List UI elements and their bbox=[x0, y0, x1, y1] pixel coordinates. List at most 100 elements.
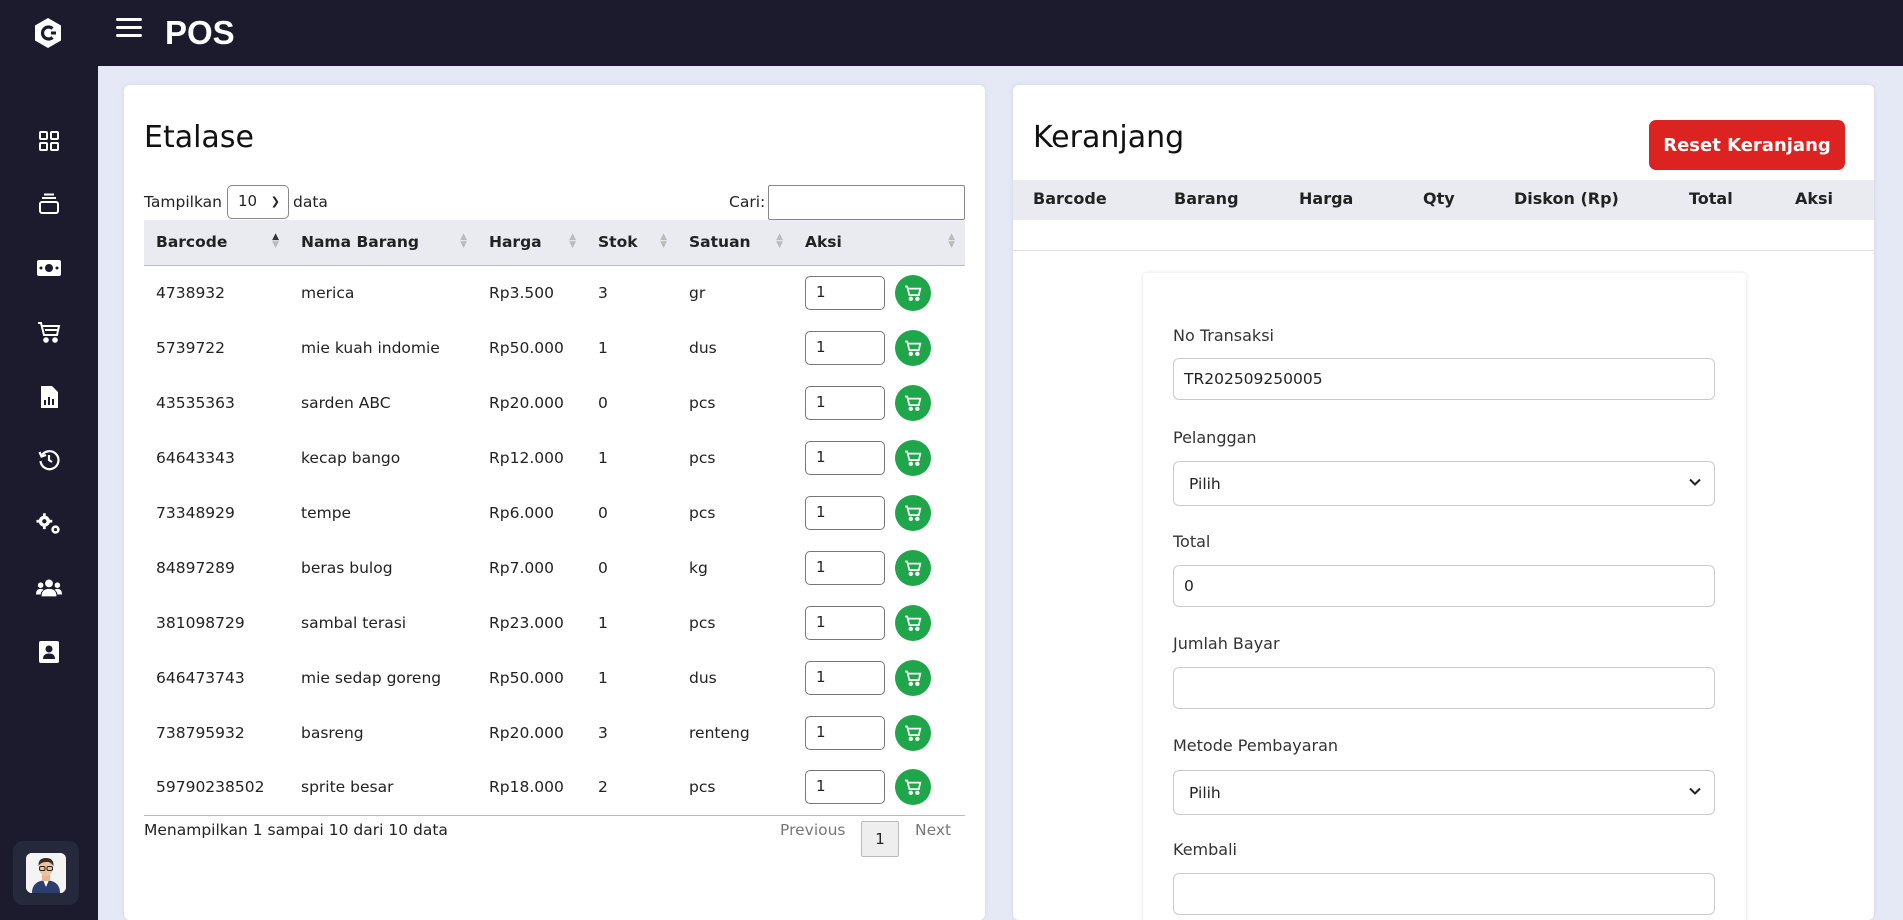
add-to-cart-button[interactable] bbox=[895, 604, 931, 641]
cell-barcode: 646473743 bbox=[156, 668, 245, 687]
cell-stok: 3 bbox=[598, 723, 608, 742]
report-icon[interactable] bbox=[36, 384, 62, 410]
qty-input[interactable]: 1 bbox=[805, 275, 885, 310]
cell-aksi: 1 bbox=[793, 265, 965, 320]
topbar: POS bbox=[98, 0, 1903, 66]
previous-button[interactable]: Previous bbox=[780, 821, 846, 839]
table-info: Menampilkan 1 sampai 10 dari 10 data bbox=[144, 821, 448, 839]
jumlah-bayar-input[interactable] bbox=[1173, 667, 1715, 709]
history-icon[interactable] bbox=[36, 447, 62, 473]
logo-icon[interactable] bbox=[32, 17, 64, 49]
layers-icon[interactable] bbox=[36, 191, 62, 217]
cell-aksi: 1 bbox=[793, 320, 965, 375]
qty-input[interactable]: 1 bbox=[805, 330, 885, 365]
sort-icon: ▲ ▼ bbox=[948, 232, 955, 250]
qty-input[interactable]: 1 bbox=[805, 715, 885, 750]
sort-icon: ▲ ▼ bbox=[776, 232, 783, 250]
cash-icon[interactable] bbox=[36, 255, 62, 281]
divider bbox=[1013, 250, 1874, 251]
add-to-cart-button[interactable] bbox=[895, 714, 931, 751]
user-avatar-box[interactable] bbox=[13, 841, 79, 905]
cart-icon[interactable] bbox=[36, 319, 62, 345]
cell-stok: 1 bbox=[598, 668, 608, 687]
search-input[interactable] bbox=[768, 185, 965, 220]
cell-harga: Rp3.500 bbox=[489, 283, 554, 302]
qty-input[interactable]: 1 bbox=[805, 550, 885, 585]
qty-input[interactable]: 1 bbox=[805, 660, 885, 695]
jumlah-bayar-label: Jumlah Bayar bbox=[1173, 634, 1280, 653]
table-header-row: Barcode ▲ ▼ Nama Barang ▲ ▼ Harga ▲ ▼ Stok ▲ ▼ S… bbox=[144, 220, 965, 266]
show-entries-select[interactable]: 10 ❯ bbox=[227, 185, 289, 219]
cell-satuan: kg bbox=[689, 558, 708, 577]
show-entries-value: 10 bbox=[238, 192, 258, 210]
qty-input[interactable]: 1 bbox=[805, 770, 885, 805]
reset-cart-button[interactable]: Reset Keranjang bbox=[1649, 120, 1845, 170]
col-header-satuan[interactable]: Satuan ▲ ▼ bbox=[677, 220, 793, 266]
sort-icon: ▲ ▼ bbox=[569, 232, 576, 250]
dashboard-icon[interactable] bbox=[36, 128, 62, 154]
cell-aksi: 1 bbox=[793, 540, 965, 595]
settings-icon[interactable] bbox=[36, 511, 62, 537]
qty-input[interactable]: 1 bbox=[805, 605, 885, 640]
cell-satuan: renteng bbox=[689, 723, 750, 742]
table-row: 4738932 merica Rp3.500 3 gr 1 bbox=[144, 265, 965, 320]
no-transaksi-input[interactable]: TR202509250005 bbox=[1173, 358, 1715, 400]
add-to-cart-button[interactable] bbox=[895, 769, 931, 806]
kembali-input[interactable] bbox=[1173, 873, 1715, 915]
pelanggan-label: Pelanggan bbox=[1173, 428, 1257, 447]
cart-col-diskon: Diskon (Rp) bbox=[1514, 189, 1619, 208]
hamburger-menu-icon[interactable] bbox=[116, 18, 142, 40]
metode-pembayaran-select[interactable]: Pilih bbox=[1173, 770, 1715, 815]
total-input[interactable]: 0 bbox=[1173, 565, 1715, 607]
users-icon[interactable] bbox=[36, 575, 62, 601]
cart-icon bbox=[904, 779, 922, 796]
profile-icon[interactable] bbox=[36, 639, 62, 665]
app-title: POS bbox=[165, 14, 235, 51]
cell-aksi: 1 bbox=[793, 650, 965, 705]
cart-icon bbox=[904, 615, 922, 631]
cell-stok: 1 bbox=[598, 338, 608, 357]
cell-stok: 0 bbox=[598, 393, 608, 412]
show-entries-suffix: data bbox=[293, 193, 328, 211]
chevron-down-icon bbox=[1689, 478, 1701, 486]
cell-harga: Rp7.000 bbox=[489, 558, 554, 577]
sidebar bbox=[0, 0, 98, 920]
metode-value: Pilih bbox=[1189, 784, 1221, 802]
add-to-cart-button[interactable] bbox=[895, 549, 931, 586]
next-button[interactable]: Next bbox=[915, 821, 951, 839]
add-to-cart-button[interactable] bbox=[895, 384, 931, 421]
cell-nama-barang: sarden ABC bbox=[301, 393, 391, 412]
etalase-table: Barcode ▲ ▼ Nama Barang ▲ ▼ Harga ▲ ▼ Stok ▲ ▼ S… bbox=[144, 220, 965, 816]
add-to-cart-button[interactable] bbox=[895, 274, 931, 311]
table-row: 84897289 beras bulog Rp7.000 0 kg 1 bbox=[144, 540, 965, 595]
cell-satuan: dus bbox=[689, 338, 717, 357]
pelanggan-select[interactable]: Pilih bbox=[1173, 461, 1715, 506]
add-to-cart-button[interactable] bbox=[895, 329, 931, 366]
cell-stok: 1 bbox=[598, 448, 608, 467]
etalase-card: Etalase Tampilkan 10 ❯ data Cari: Barcod… bbox=[124, 85, 985, 920]
qty-input[interactable]: 1 bbox=[805, 385, 885, 420]
add-to-cart-button[interactable] bbox=[895, 494, 931, 531]
table-row: 43535363 sarden ABC Rp20.000 0 pcs 1 bbox=[144, 375, 965, 430]
cart-icon bbox=[904, 560, 922, 576]
sort-icon: ▲ ▼ bbox=[460, 232, 467, 250]
cart-col-barcode: Barcode bbox=[1033, 189, 1107, 208]
col-header-stok[interactable]: Stok ▲ ▼ bbox=[586, 220, 677, 266]
qty-input[interactable]: 1 bbox=[805, 440, 885, 475]
cell-nama-barang: sambal terasi bbox=[301, 613, 407, 632]
col-header-aksi[interactable]: Aksi ▲ ▼ bbox=[793, 220, 965, 266]
cart-col-aksi: Aksi bbox=[1795, 189, 1834, 208]
col-header-harga[interactable]: Harga ▲ ▼ bbox=[477, 220, 586, 266]
cart-icon bbox=[904, 340, 922, 356]
qty-input[interactable]: 1 bbox=[805, 495, 885, 530]
col-header-nama-barang[interactable]: Nama Barang ▲ ▼ bbox=[289, 220, 477, 266]
no-transaksi-label: No Transaksi bbox=[1173, 326, 1274, 345]
add-to-cart-button[interactable] bbox=[895, 439, 931, 476]
cell-barcode: 381098729 bbox=[156, 613, 245, 632]
add-to-cart-button[interactable] bbox=[895, 659, 931, 696]
cart-col-harga: Harga bbox=[1299, 189, 1354, 208]
cell-aksi: 1 bbox=[793, 705, 965, 760]
page-1-button[interactable]: 1 bbox=[861, 821, 899, 857]
col-header-barcode[interactable]: Barcode ▲ ▼ bbox=[144, 220, 289, 266]
cart-icon bbox=[904, 725, 922, 741]
